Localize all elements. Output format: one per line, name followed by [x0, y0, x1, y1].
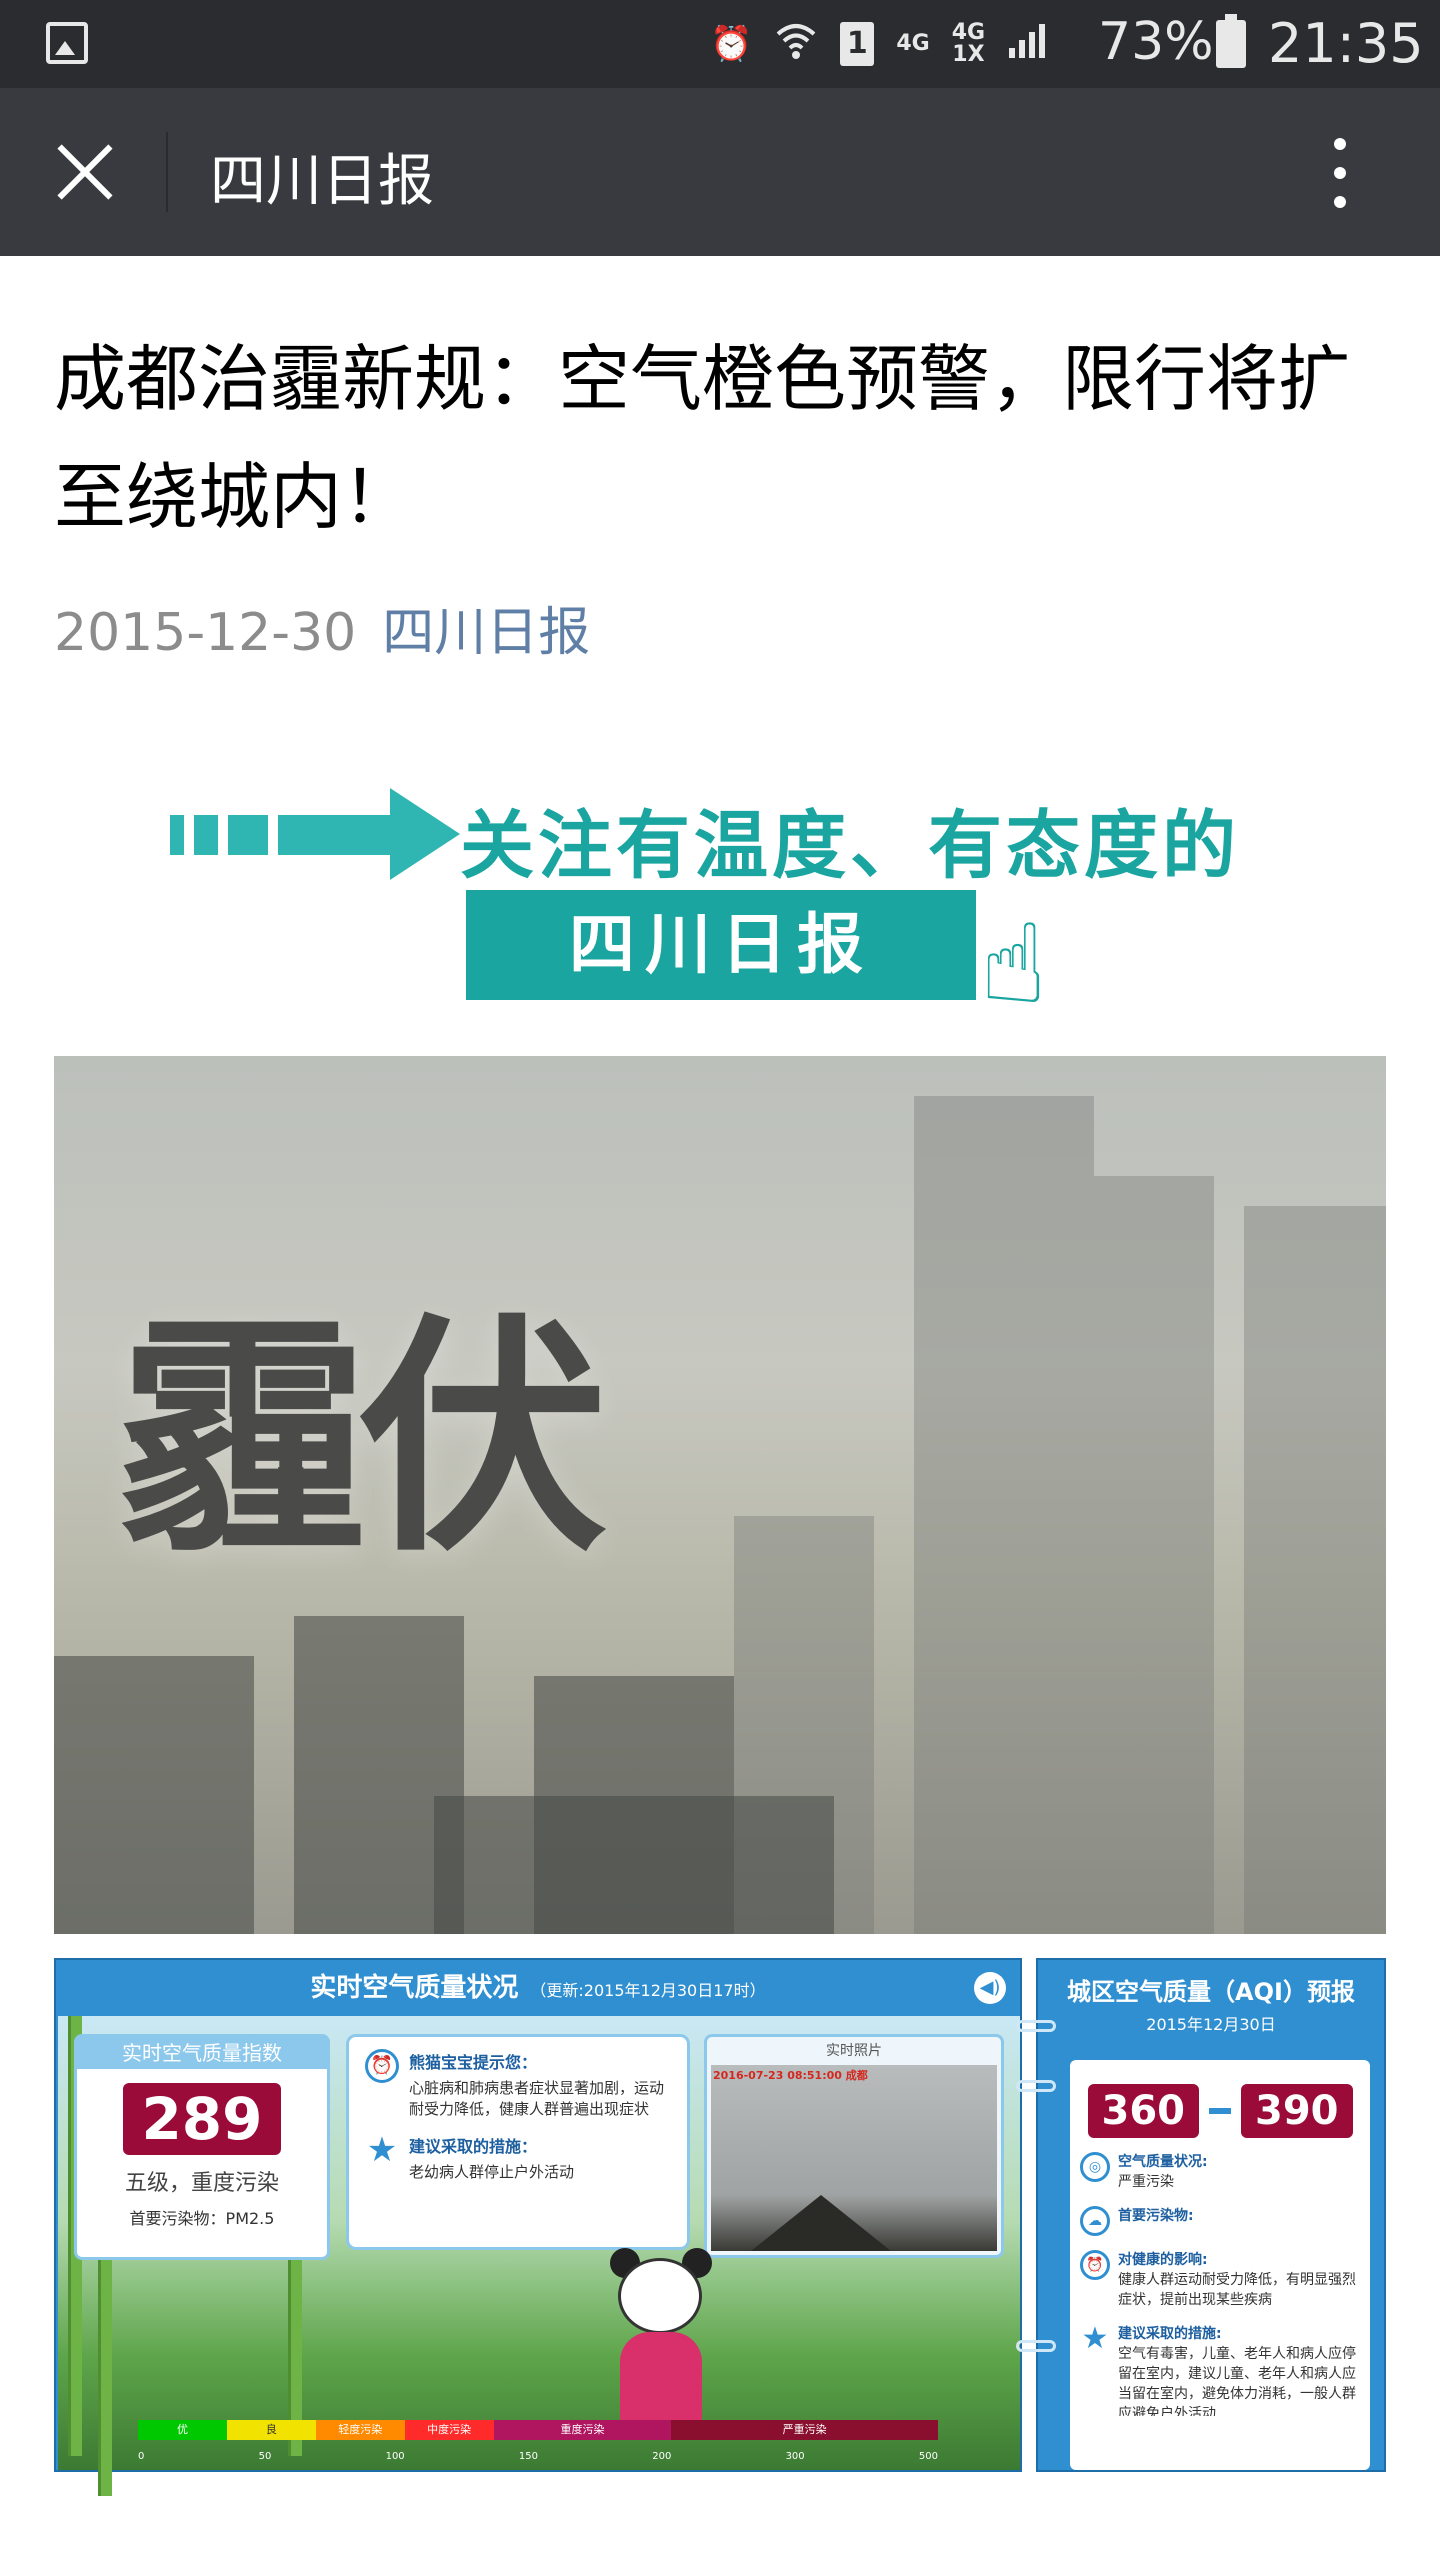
aqi-color-scale: 优 良 轻度污染 中度污染 重度污染 严重污染: [138, 2420, 939, 2440]
scale-segment: 重度污染: [493, 2420, 672, 2440]
forecast-date: 2015年12月30日: [1146, 2015, 1276, 2034]
network-type-2: 4G 1X: [951, 20, 986, 67]
gallery-icon: [46, 22, 88, 64]
alarm-icon: ⏰: [710, 24, 753, 64]
forecast-card: 360 390 ◎ 空气质量状况: 严重污染 ☁ 首要污染物: ⏰ 对健康的影响:…: [1070, 2060, 1370, 2470]
scale-segment: 轻度污染: [315, 2420, 405, 2440]
panda-tips-card: ⏰ 熊猫宝宝提示您： 心脏病和肺病患者症状显著加剧，运动耐受力降低，健康人群普遍出…: [346, 2034, 690, 2250]
banner-name: 四川日报: [466, 890, 976, 1000]
live-photo-card: 实时照片 2016-07-23 08:51:00 成都: [704, 2034, 1004, 2258]
sim-1-icon: 1: [840, 22, 875, 66]
status-icons: ⏰ 1 4G 4G 1X: [710, 14, 1047, 74]
forecast-high: 390: [1241, 2084, 1353, 2138]
title-bar: 四川日报: [0, 88, 1440, 256]
title-divider: [166, 132, 168, 212]
bamboo-scene: 实时空气质量指数 289 五级，重度污染 首要污染物：PM2.5 ⏰ 熊猫宝宝提…: [58, 2016, 1020, 2496]
smog-city-image: 霾伏: [54, 1056, 1386, 1934]
status-time: 21:35: [1268, 12, 1424, 75]
banner-arrow-dashes: [170, 815, 418, 855]
close-icon[interactable]: [52, 140, 116, 204]
article-title: 成都治霾新规：空气橙色预警，限行将扩至绕城内！: [54, 337, 1351, 539]
scale-segment: 严重污染: [671, 2420, 939, 2440]
arrow-right-icon: [390, 788, 460, 880]
forecast-low: 360: [1087, 2084, 1199, 2138]
network-type-1: 4G: [896, 31, 930, 56]
pointing-hand-icon: ☝: [980, 900, 1047, 1028]
banner-slogan: 关注有温度、有态度的: [460, 803, 1240, 889]
scale-segment: 中度污染: [404, 2420, 494, 2440]
more-options-icon[interactable]: [1330, 138, 1350, 208]
pollutant-icon: ☁: [1080, 2206, 1110, 2236]
aqi-scale-ticks: 0 50 100 150 200 300 500: [138, 2451, 938, 2462]
article-meta: 2015-12-30 四川日报: [54, 590, 590, 665]
smog-headline: 霾伏: [118, 1294, 608, 1585]
status-bar: ⏰ 1 4G 4G 1X 73% 21:35: [0, 0, 1440, 88]
star-icon: ★: [1081, 2324, 1109, 2356]
article-source-link[interactable]: 四川日报: [382, 603, 590, 663]
battery-percent: 73%: [1098, 12, 1214, 72]
aqi-panel-header: 实时空气质量状况 （更新:2015年12月30日17时）: [56, 1960, 1020, 2016]
forecast-title: 城区空气质量（AQI）预报: [1067, 1978, 1355, 2006]
banner-image: 关注有温度、有态度的 四川日报 ☝: [160, 760, 1360, 1040]
live-photo: 2016-07-23 08:51:00 成都: [711, 2065, 997, 2251]
battery-icon: [1216, 14, 1246, 68]
scale-segment: 优: [138, 2420, 227, 2440]
wifi-icon: [774, 18, 818, 71]
aqi-realtime-panel: 实时空气质量状况 （更新:2015年12月30日17时） ◀) 实时空气质量指数 …: [54, 1958, 1022, 2496]
scale-segment: 良: [226, 2420, 316, 2440]
panda-mascot: [606, 2248, 716, 2438]
aqi-index-card: 实时空气质量指数 289 五级，重度污染 首要污染物：PM2.5: [74, 2034, 330, 2260]
aqi-primary-pollutant: 首要污染物：PM2.5: [129, 2209, 275, 2228]
page-title: 四川日报: [210, 149, 434, 214]
alarm-clock-icon: ⏰: [365, 2049, 399, 2083]
aqi-forecast-panel: 城区空气质量（AQI）预报 2015年12月30日 360 390 ◎ 空气质量…: [1016, 1958, 1386, 2472]
signal-icon: [1007, 20, 1047, 69]
health-icon: ⏰: [1080, 2250, 1110, 2280]
article-date: 2015-12-30: [54, 603, 357, 663]
speaker-icon: ◀): [974, 1972, 1006, 2004]
air-status-icon: ◎: [1080, 2152, 1110, 2182]
aqi-level: 五级，重度污染: [124, 2171, 279, 2196]
star-icon: ★: [366, 2130, 398, 2170]
aqi-index-value: 289: [123, 2083, 281, 2155]
forecast-range: 360 390: [1070, 2084, 1370, 2138]
